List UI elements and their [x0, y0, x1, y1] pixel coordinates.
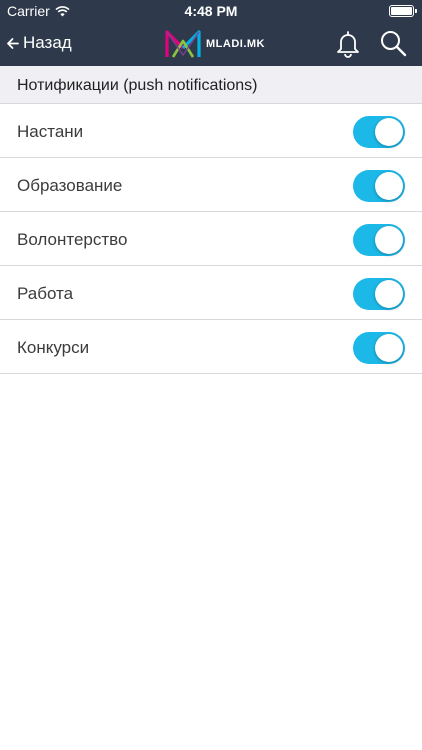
toggle-switch[interactable] [353, 116, 405, 148]
section-header: Нотификации (push notifications) [0, 66, 422, 104]
setting-row-obrazovanie: Образование [0, 158, 422, 212]
toggle-knob [375, 226, 403, 254]
bell-icon[interactable] [333, 28, 363, 58]
setting-label: Образование [17, 176, 123, 195]
logo-text: MLADI.MK [206, 38, 265, 50]
setting-row-nastani: Настани [0, 104, 422, 158]
section-title: Нотификации (push notifications) [17, 77, 258, 94]
setting-row-rabota: Работа [0, 266, 422, 320]
status-bar: Carrier 4:48 PM [0, 0, 422, 22]
setting-label: Волонтерство [17, 230, 128, 249]
status-time: 4:48 PM [184, 3, 238, 19]
back-label: Назад [23, 33, 72, 52]
setting-row-konkursi: Конкурси [0, 320, 422, 374]
app-logo: MLADI.MK [164, 28, 265, 60]
setting-label: Настани [17, 122, 84, 141]
toggle-knob [375, 334, 403, 362]
toggle-knob [375, 280, 403, 308]
navigation-bar: Назад MLADI.MK [0, 22, 422, 66]
arrow-left-icon [7, 37, 19, 49]
back-button[interactable]: Назад [6, 33, 72, 53]
battery-icon [389, 5, 417, 17]
toggle-switch[interactable] [353, 224, 405, 256]
mladi-logo-mark [165, 30, 201, 58]
toggle-switch[interactable] [353, 278, 405, 310]
top-bar: Carrier 4:48 PM Назад MLADI.MK [0, 0, 422, 66]
setting-label: Работа [17, 284, 74, 303]
setting-label: Конкурси [17, 338, 90, 357]
toggle-switch[interactable] [353, 332, 405, 364]
toggle-switch[interactable] [353, 170, 405, 202]
toggle-knob [375, 172, 403, 200]
toggle-knob [375, 118, 403, 146]
search-icon[interactable] [379, 29, 407, 57]
setting-row-volonterstvo: Волонтерство [0, 212, 422, 266]
